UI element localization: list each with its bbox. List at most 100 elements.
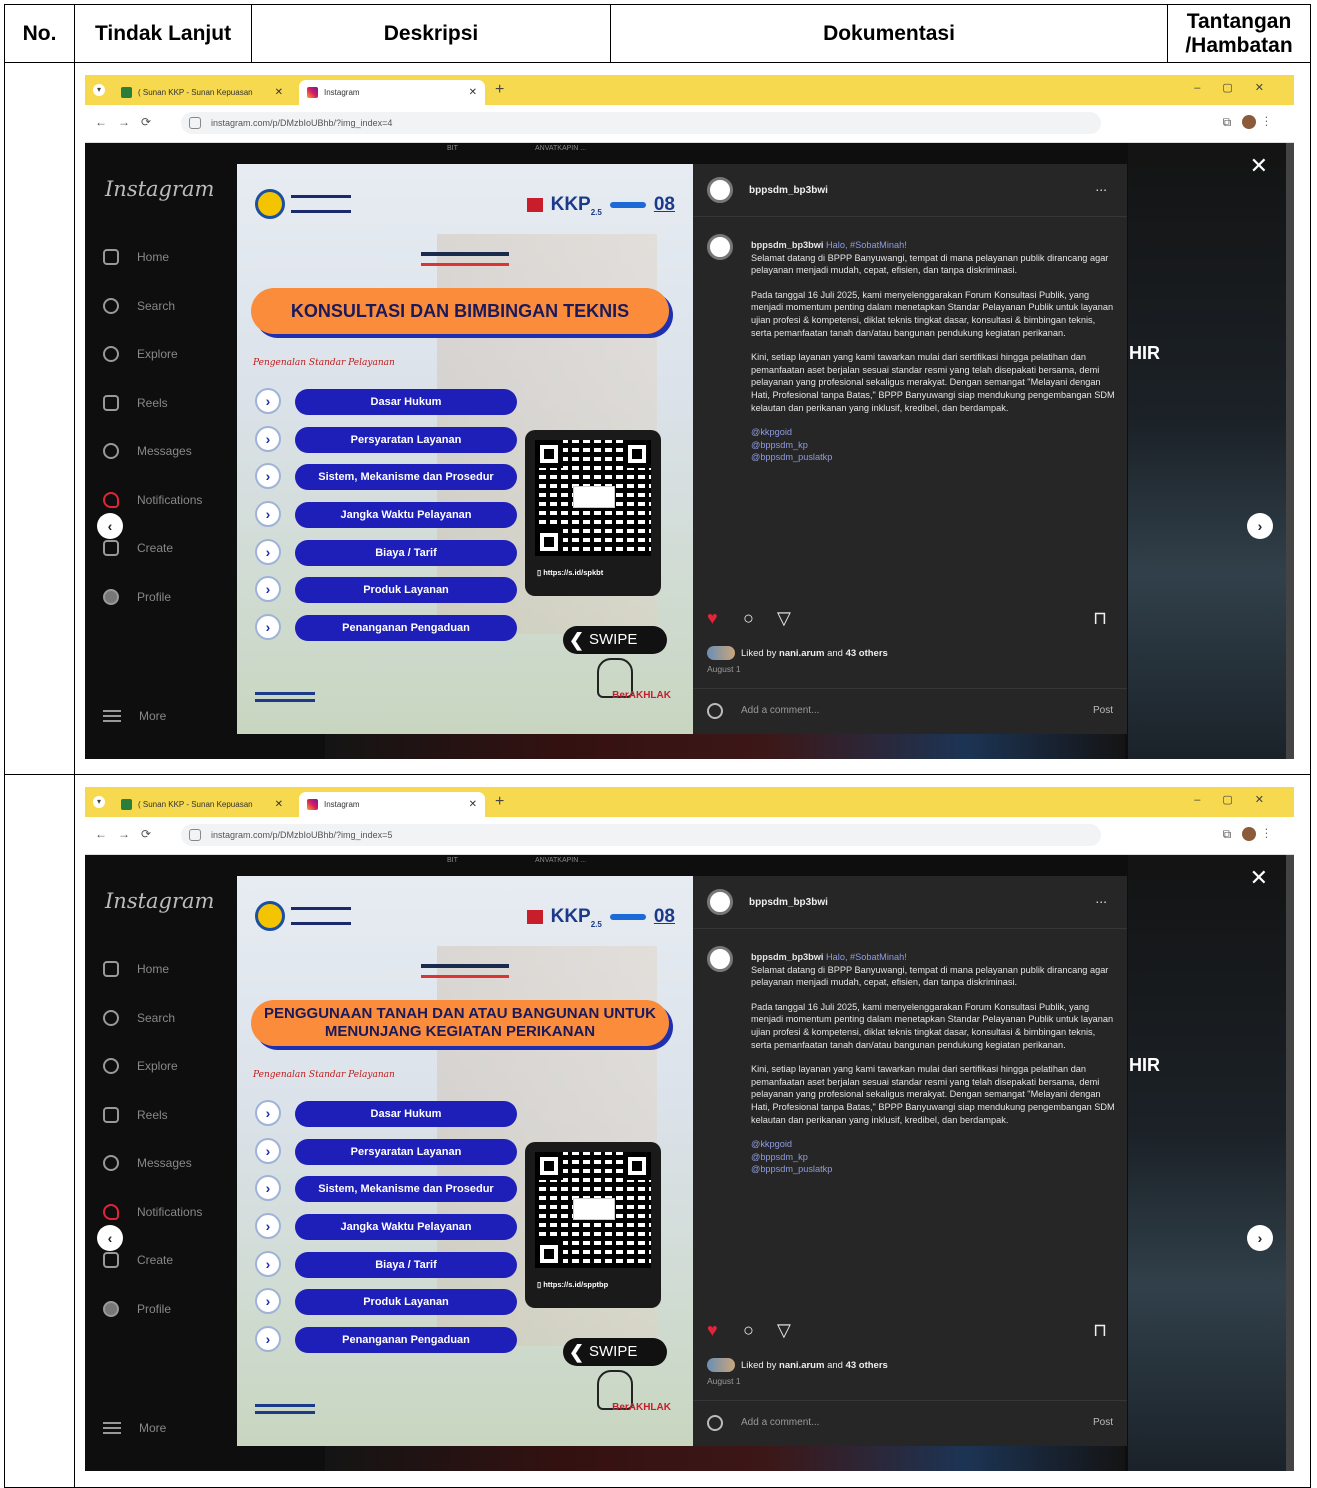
comment-icon[interactable]: ○ (743, 1320, 754, 1341)
chevron-left-icon: ❮ (569, 630, 585, 650)
nav-label: Search (137, 1010, 176, 1025)
liker-username[interactable]: nani.arum (779, 648, 824, 659)
nav-home[interactable]: Home (103, 945, 202, 994)
qr-link: ▯ https://s.id/spptbp (537, 1280, 609, 1289)
script-heading: Pengenalan Standar Pelayanan (253, 358, 395, 368)
post-date: August 1 (707, 1376, 741, 1386)
next-post-icon[interactable]: › (1247, 513, 1273, 539)
profile-avatar[interactable] (1242, 115, 1256, 129)
tab-search-icon[interactable]: ▾ (93, 796, 105, 808)
liker-username[interactable]: nani.arum (779, 1360, 824, 1371)
comment-icon[interactable]: ○ (743, 608, 754, 629)
likes-count[interactable]: 43 others (846, 1360, 888, 1371)
author-username[interactable]: bppsdm_bp3bwi (749, 185, 828, 196)
emoji-icon[interactable] (707, 1415, 723, 1431)
tab-instagram[interactable]: Instagram ✕ (299, 80, 485, 105)
nav-buttons[interactable]: ←→⟳ (95, 827, 162, 841)
caption-username[interactable]: bppsdm_bp3bwi (751, 240, 823, 250)
tab-sunan-kkp[interactable]: ( Sunan KKP - Sunan Kepuasan ✕ (113, 80, 291, 105)
more-options-icon[interactable]: ... (1095, 890, 1107, 906)
mention-link[interactable]: @bppsdm_puslatkp (751, 1164, 832, 1174)
likes-count[interactable]: 43 others (846, 648, 888, 659)
instagram-page: BIT ANVATKAPIN ... HIR Instagram Home Se… (85, 855, 1294, 1471)
more-options-icon[interactable]: ... (1095, 178, 1107, 194)
profile-avatar[interactable] (1242, 827, 1256, 841)
nav-buttons[interactable]: ←→⟳ (95, 115, 162, 129)
nav-profile[interactable]: Profile (103, 573, 202, 622)
new-tab-button[interactable]: + (495, 793, 504, 811)
prev-post-icon[interactable]: ‹ (97, 513, 123, 539)
mention-link[interactable]: @kkpgoid (751, 427, 792, 437)
nav-search[interactable]: Search (103, 994, 202, 1043)
post-caption: bppsdm_bp3bwi Halo, #SobatMinah! Selamat … (751, 951, 1117, 1188)
scrollbar[interactable] (1286, 855, 1294, 1471)
instagram-logo[interactable]: Instagram (105, 889, 214, 913)
like-heart-icon[interactable]: ♥ (707, 608, 718, 629)
url-field[interactable]: instagram.com/p/DMzbIoUBhb/?img_index=4 (181, 112, 1101, 134)
nav-messages[interactable]: Messages (103, 427, 202, 476)
liker-avatars (707, 646, 735, 660)
instagram-favicon-icon (307, 87, 318, 98)
nav-explore[interactable]: Explore (103, 1042, 202, 1091)
window-controls[interactable]: –▢✕ (1194, 81, 1286, 94)
window-controls[interactable]: –▢✕ (1194, 793, 1286, 806)
close-icon[interactable]: ✕ (1250, 865, 1268, 891)
nav-reels[interactable]: Reels (103, 379, 202, 428)
mention-link[interactable]: @bppsdm_kp (751, 1152, 808, 1162)
close-tab-icon[interactable]: ✕ (275, 87, 283, 98)
close-tab-icon[interactable]: ✕ (469, 87, 477, 98)
post-comment-button[interactable]: Post (1093, 1417, 1113, 1428)
next-post-icon[interactable]: › (1247, 1225, 1273, 1251)
script-heading: Pengenalan Standar Pelayanan (253, 1070, 395, 1080)
kkp-logo: KKP2.5 (551, 906, 602, 929)
caption-paragraph: Pada tanggal 16 Juli 2025, kami menyelen… (751, 289, 1114, 338)
qr-finder (535, 1240, 563, 1268)
mention-link[interactable]: @kkpgoid (751, 1139, 792, 1149)
caption-avatar[interactable] (707, 946, 733, 972)
share-icon[interactable]: ▽ (777, 608, 791, 629)
caption-hashtag[interactable]: Halo, #SobatMinah! (826, 240, 907, 250)
site-info-icon[interactable] (189, 829, 201, 841)
qr-finder (535, 440, 563, 468)
prev-post-icon[interactable]: ‹ (97, 1225, 123, 1251)
nav-home[interactable]: Home (103, 233, 202, 282)
comment-input[interactable]: Add a comment... (741, 1417, 819, 1428)
tab-instagram[interactable]: Instagram ✕ (299, 792, 485, 817)
nav-explore[interactable]: Explore (103, 330, 202, 379)
nav-profile[interactable]: Profile (103, 1285, 202, 1334)
share-icon[interactable]: ▽ (777, 1320, 791, 1341)
post-comment-button[interactable]: Post (1093, 705, 1113, 716)
close-icon[interactable]: ✕ (1250, 153, 1268, 179)
author-username[interactable]: bppsdm_bp3bwi (749, 897, 828, 908)
instagram-sidebar: Instagram Home Search Explore Reels Mess… (85, 855, 237, 1471)
instagram-logo[interactable]: Instagram (105, 177, 214, 201)
nav-more[interactable]: More (103, 709, 166, 723)
site-info-icon[interactable] (189, 117, 201, 129)
bookmark-icon[interactable]: ⊓ (1093, 1320, 1107, 1341)
close-tab-icon[interactable]: ✕ (469, 799, 477, 810)
nav-more[interactable]: More (103, 1421, 166, 1435)
like-heart-icon[interactable]: ♥ (707, 1320, 718, 1341)
new-tab-button[interactable]: + (495, 81, 504, 99)
url-field[interactable]: instagram.com/p/DMzbIoUBhb/?img_index=5 (181, 824, 1101, 846)
author-avatar[interactable] (707, 177, 733, 203)
nav-reels[interactable]: Reels (103, 1091, 202, 1140)
close-tab-icon[interactable]: ✕ (275, 799, 283, 810)
bookmark-icon[interactable]: ⊓ (1093, 608, 1107, 629)
tab-search-icon[interactable]: ▾ (93, 84, 105, 96)
author-avatar[interactable] (707, 889, 733, 915)
mention-link[interactable]: @bppsdm_puslatkp (751, 452, 832, 462)
nav-label: Home (137, 962, 170, 977)
nav-messages[interactable]: Messages (103, 1139, 202, 1188)
comment-input[interactable]: Add a comment... (741, 705, 819, 716)
caption-avatar[interactable] (707, 234, 733, 260)
comment-box: Add a comment... Post (693, 688, 1127, 735)
emoji-icon[interactable] (707, 703, 723, 719)
berakhlak-logo: BerAKHLAK (612, 690, 671, 701)
caption-username[interactable]: bppsdm_bp3bwi (751, 952, 823, 962)
mention-link[interactable]: @bppsdm_kp (751, 440, 808, 450)
scrollbar[interactable] (1286, 143, 1294, 759)
tab-sunan-kkp[interactable]: ( Sunan KKP - Sunan Kepuasan ✕ (113, 792, 291, 817)
caption-hashtag[interactable]: Halo, #SobatMinah! (826, 952, 907, 962)
nav-search[interactable]: Search (103, 282, 202, 331)
